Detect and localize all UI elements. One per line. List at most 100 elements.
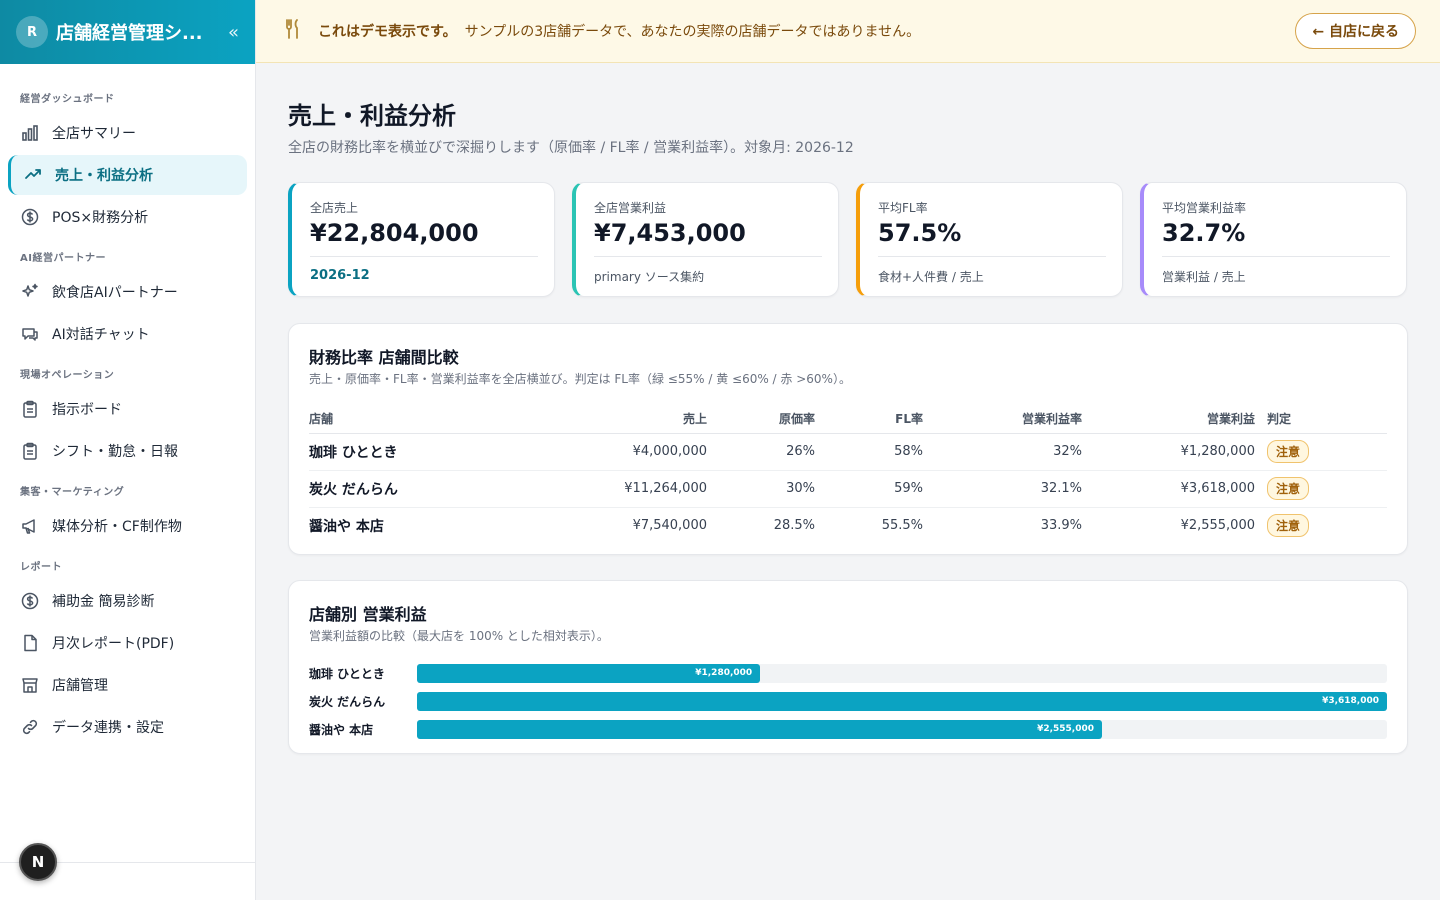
sidebar-item[interactable]: POS×財務分析 xyxy=(8,197,247,237)
table-column-header: 判定 xyxy=(1255,405,1387,434)
table-cell: ¥3,618,000 xyxy=(1082,470,1255,508)
sidebar-nav: 経営ダッシュボード 全店サマリー 売上・利益分析 POS×財務分析 AI経営パートナー飲… xyxy=(0,64,255,747)
sidebar-item-label: POS×財務分析 xyxy=(52,210,149,226)
bar-category-label: 珈琲 ひととき xyxy=(309,666,385,681)
status-badge: 注意 xyxy=(1267,514,1310,538)
table-cell: 26% xyxy=(707,433,815,471)
kpi-card: 平均営業利益率 32.7% 営業利益 / 売上 xyxy=(1140,182,1407,297)
kpi-value: ¥7,453,000 xyxy=(594,219,746,247)
back-to-own-store-button[interactable]: ← 自店に戻る xyxy=(1295,13,1416,49)
table-cell: ¥2,555,000 xyxy=(1180,518,1255,534)
dev-tools-badge[interactable]: N xyxy=(19,843,57,881)
table-cell: 32.1% xyxy=(923,470,1082,508)
bar-row: 醤油や 本店 ¥2,555,000 xyxy=(309,715,1387,743)
bar: ¥3,618,000 xyxy=(417,691,1387,711)
sidebar-section-label: 現場オペレーション xyxy=(20,370,115,381)
sidebar-item-label: 媒体分析・CF制作物 xyxy=(52,519,182,535)
avatar[interactable]: R xyxy=(16,16,48,48)
profit-chart-title: 店舗別 営業利益 xyxy=(309,605,427,624)
kpi-footnote: 2026-12 xyxy=(310,268,370,283)
ratio-table-subtitle: 売上・原価率・FL率・営業利益率を全店横並び。判定は FL率（緑 ≤55% / … xyxy=(309,372,851,386)
sidebar-item[interactable]: 指示ボード xyxy=(8,389,247,429)
table-column-header: 営業利益率 xyxy=(923,405,1082,434)
bar-value-label: ¥1,280,000 xyxy=(695,668,753,678)
sidebar-item[interactable]: 補助金 簡易診断 xyxy=(8,581,247,621)
kpi-label: 平均営業利益率 xyxy=(1162,201,1247,215)
trending-up-icon xyxy=(23,165,43,185)
dollar-circle-icon xyxy=(20,591,40,611)
store-name-cell: 醤油や 本店 xyxy=(309,518,384,535)
bar-category-label: 炭火 だんらん xyxy=(309,694,386,709)
table-cell: ¥4,000,000 xyxy=(509,433,707,471)
kpi-divider xyxy=(310,256,538,257)
sidebar-item[interactable]: 月次レポート(PDF) xyxy=(8,623,247,663)
dollar-circle-icon xyxy=(20,207,40,227)
utensils-icon xyxy=(284,19,304,43)
megaphone-icon xyxy=(20,516,40,536)
sidebar-item[interactable]: 媒体分析・CF制作物 xyxy=(8,506,247,546)
kpi-value: 32.7% xyxy=(1162,219,1246,247)
page-subtitle: 全店の財務比率を横並びで深掘りします（原価率 / FL率 / 営業利益率）。対象… xyxy=(288,140,854,156)
sidebar: R 店舗経営管理シ... « 経営ダッシュボード全店サマリー売上・利益分析 POS… xyxy=(0,0,256,900)
sparkles-icon xyxy=(20,282,40,302)
profit-bar-chart: 珈琲 ひととき ¥1,280,000 炭火 だんらん ¥3,618,000 醤油や 本店… xyxy=(309,659,1387,743)
table-cell: 58% xyxy=(815,433,923,471)
kpi-footnote: 営業利益 / 売上 xyxy=(1162,270,1246,284)
sidebar-item-label: データ連携・設定 xyxy=(52,720,164,736)
table-column-header: FL率 xyxy=(815,405,923,434)
kpi-card: 全店売上 ¥22,804,000 2026-12 xyxy=(288,182,555,297)
table-body: 珈琲 ひととき ¥4,000,000 26% 58% 32% ¥1,280,000 注意 炭火… xyxy=(309,433,1387,544)
sidebar-item[interactable]: 飲食店AIパートナー xyxy=(8,272,247,312)
kpi-label: 全店売上 xyxy=(310,201,359,215)
sidebar-item-label: 指示ボード xyxy=(52,402,122,418)
sidebar-item-label: AI対話チャット xyxy=(52,327,150,343)
sidebar-section-label: 経営ダッシュボード xyxy=(20,94,115,105)
table-cell: 32% xyxy=(923,433,1082,471)
sidebar-item-label: シフト・勤怠・日報 xyxy=(52,444,178,460)
bar-value-label: ¥3,618,000 xyxy=(1322,696,1379,706)
demo-banner: これはデモ表示です。 サンプルの3店舗データで、あなたの実際の店舗データではあり… xyxy=(256,0,1440,63)
sidebar-item-label: 補助金 簡易診断 xyxy=(52,594,155,610)
sidebar-item-label: 全店サマリー xyxy=(52,126,136,142)
clipboard-icon xyxy=(20,399,40,419)
table-cell: 28.5% xyxy=(773,518,815,534)
table-cell: 注意 xyxy=(1255,433,1387,471)
table-cell: 注意 xyxy=(1255,470,1387,508)
sidebar-section-label: レポート xyxy=(20,562,62,573)
chat-icon xyxy=(20,324,40,344)
table-column-header: 原価率 xyxy=(707,405,815,434)
bar-category-label: 醤油や 本店 xyxy=(309,722,374,737)
file-icon xyxy=(20,633,40,653)
kpi-label: 全店営業利益 xyxy=(594,201,667,215)
kpi-divider xyxy=(594,256,822,257)
table-cell: ¥7,540,000 xyxy=(632,518,707,534)
banner-title: これはデモ表示です。 xyxy=(318,24,457,40)
sidebar-header: R 店舗経営管理シ... « xyxy=(0,0,255,64)
table-cell: 注意 xyxy=(1255,507,1387,544)
store-name-cell: 珈琲 ひととき xyxy=(309,433,509,471)
sidebar-item-label: 飲食店AIパートナー xyxy=(52,285,178,301)
sidebar-item[interactable]: 売上・利益分析 xyxy=(8,155,247,195)
ratio-comparison-card: 財務比率 店舗間比較 売上・原価率・FL率・営業利益率を全店横並び。判定は FL… xyxy=(288,323,1408,555)
sidebar-item[interactable]: AI対話チャット xyxy=(8,314,247,354)
store-icon xyxy=(20,675,40,695)
bar-value-label: ¥2,555,000 xyxy=(1037,724,1094,734)
kpi-divider xyxy=(878,256,1106,257)
sidebar-item[interactable]: シフト・勤怠・日報 xyxy=(8,431,247,471)
collapse-sidebar-button[interactable]: « xyxy=(228,22,239,43)
ratio-table-title: 財務比率 店舗間比較 xyxy=(309,348,459,367)
table-column-header: 営業利益 xyxy=(1082,405,1255,434)
status-badge: 注意 xyxy=(1267,477,1310,500)
sidebar-item[interactable]: 全店サマリー xyxy=(8,113,247,153)
kpi-value: 57.5% xyxy=(878,219,962,247)
sidebar-item[interactable]: データ連携・設定 xyxy=(8,707,247,747)
ratio-table: 店舗 売上 原価率 FL率 営業利益率 営業利益 判定 珈琲 ひととき ¥4,000,000 2… xyxy=(309,405,1387,544)
sidebar-item[interactable]: 店舗管理 xyxy=(8,665,247,705)
table-cell: 30% xyxy=(707,470,815,508)
sidebar-section-label: 集客・マーケティング xyxy=(20,487,125,498)
app-title: 店舗経営管理シ... xyxy=(56,23,203,44)
sidebar-item-label: 売上・利益分析 xyxy=(55,168,153,184)
table-cell: 33.9% xyxy=(1040,518,1082,534)
sidebar-item-label: 店舗管理 xyxy=(52,678,108,694)
profit-chart-subtitle: 営業利益額の比較（最大店を 100% とした相対表示）。 xyxy=(309,629,609,643)
